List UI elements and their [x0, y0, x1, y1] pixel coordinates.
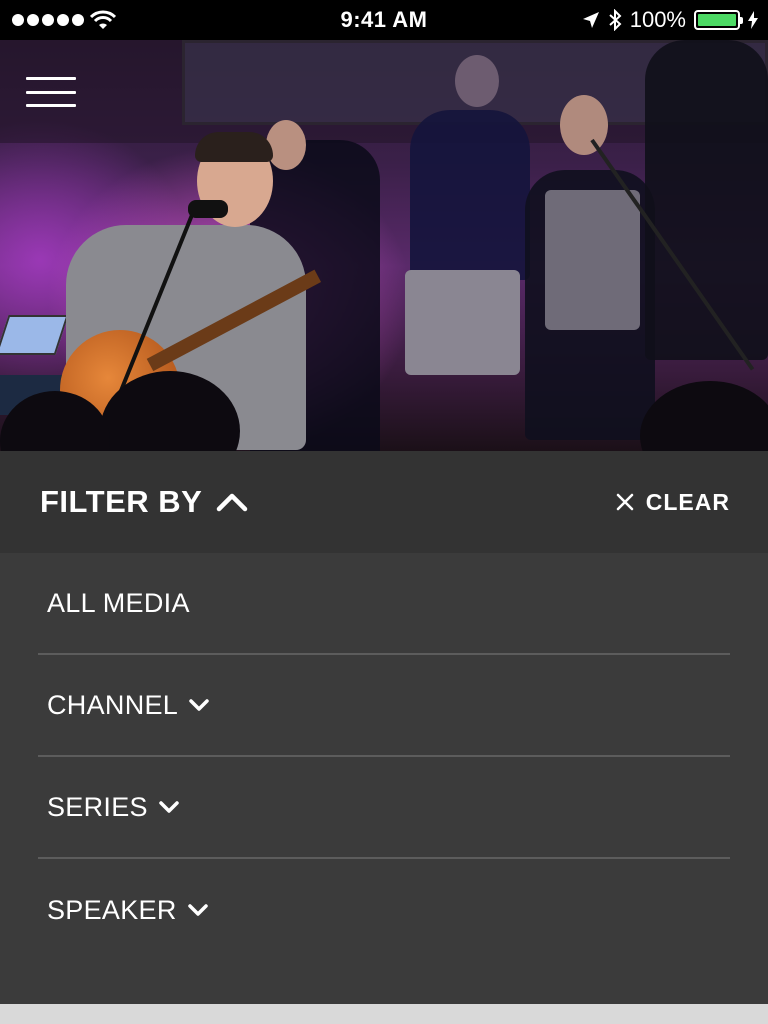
clear-button[interactable]: CLEAR	[616, 489, 730, 516]
clear-label: CLEAR	[645, 488, 730, 515]
singer-silhouette	[410, 110, 530, 280]
chevron-down-icon	[187, 902, 209, 918]
filter-item-channel[interactable]: CHANNEL	[38, 655, 730, 757]
status-bar: 9:41 AM 100%	[0, 0, 768, 40]
battery-level-fill	[698, 14, 736, 26]
filter-title: FILTER BY	[40, 484, 203, 519]
close-icon	[616, 493, 634, 511]
status-bar-right: 100%	[582, 7, 758, 33]
bluetooth-icon	[609, 9, 622, 31]
filter-item-series[interactable]: SERIES	[38, 757, 730, 859]
filter-item-label: SPEAKER	[47, 894, 177, 925]
singer-head	[560, 95, 608, 155]
chevron-up-icon	[217, 493, 248, 512]
chevron-down-icon	[158, 799, 180, 815]
hamburger-menu-icon[interactable]	[24, 74, 78, 110]
filter-item-all-media[interactable]: ALL MEDIA	[38, 553, 730, 655]
singer-blouse	[545, 190, 640, 330]
signal-dots-icon	[12, 14, 84, 26]
filter-item-label: ALL MEDIA	[47, 587, 190, 618]
wifi-icon	[90, 10, 116, 29]
filter-list: ALL MEDIA CHANNEL SERIES SPEAKER	[0, 553, 768, 961]
laptop	[0, 315, 69, 355]
battery-icon	[694, 10, 743, 30]
charging-bolt-icon	[748, 11, 758, 29]
filter-item-label: SERIES	[47, 791, 148, 822]
singer-head	[266, 120, 306, 170]
hero-image	[0, 40, 768, 451]
bottom-strip	[0, 1004, 768, 1024]
singer-head	[455, 55, 499, 107]
filter-header: FILTER BY CLEAR	[0, 451, 768, 553]
filter-item-speaker[interactable]: SPEAKER	[38, 859, 730, 961]
singer-skirt	[405, 270, 520, 375]
microphone	[188, 200, 228, 218]
chevron-down-icon	[188, 697, 210, 713]
battery-percent: 100%	[629, 7, 686, 32]
filter-panel: FILTER BY CLEAR ALL MEDIA CHANNEL SERIES	[0, 451, 768, 1004]
singer-silhouette	[645, 40, 768, 360]
location-arrow-icon	[582, 12, 599, 28]
status-bar-left	[12, 10, 116, 30]
lead-singer-hair	[195, 132, 273, 162]
filter-item-label: CHANNEL	[47, 689, 179, 720]
filter-toggle-button[interactable]: FILTER BY	[40, 484, 248, 520]
audience-head	[640, 381, 768, 451]
